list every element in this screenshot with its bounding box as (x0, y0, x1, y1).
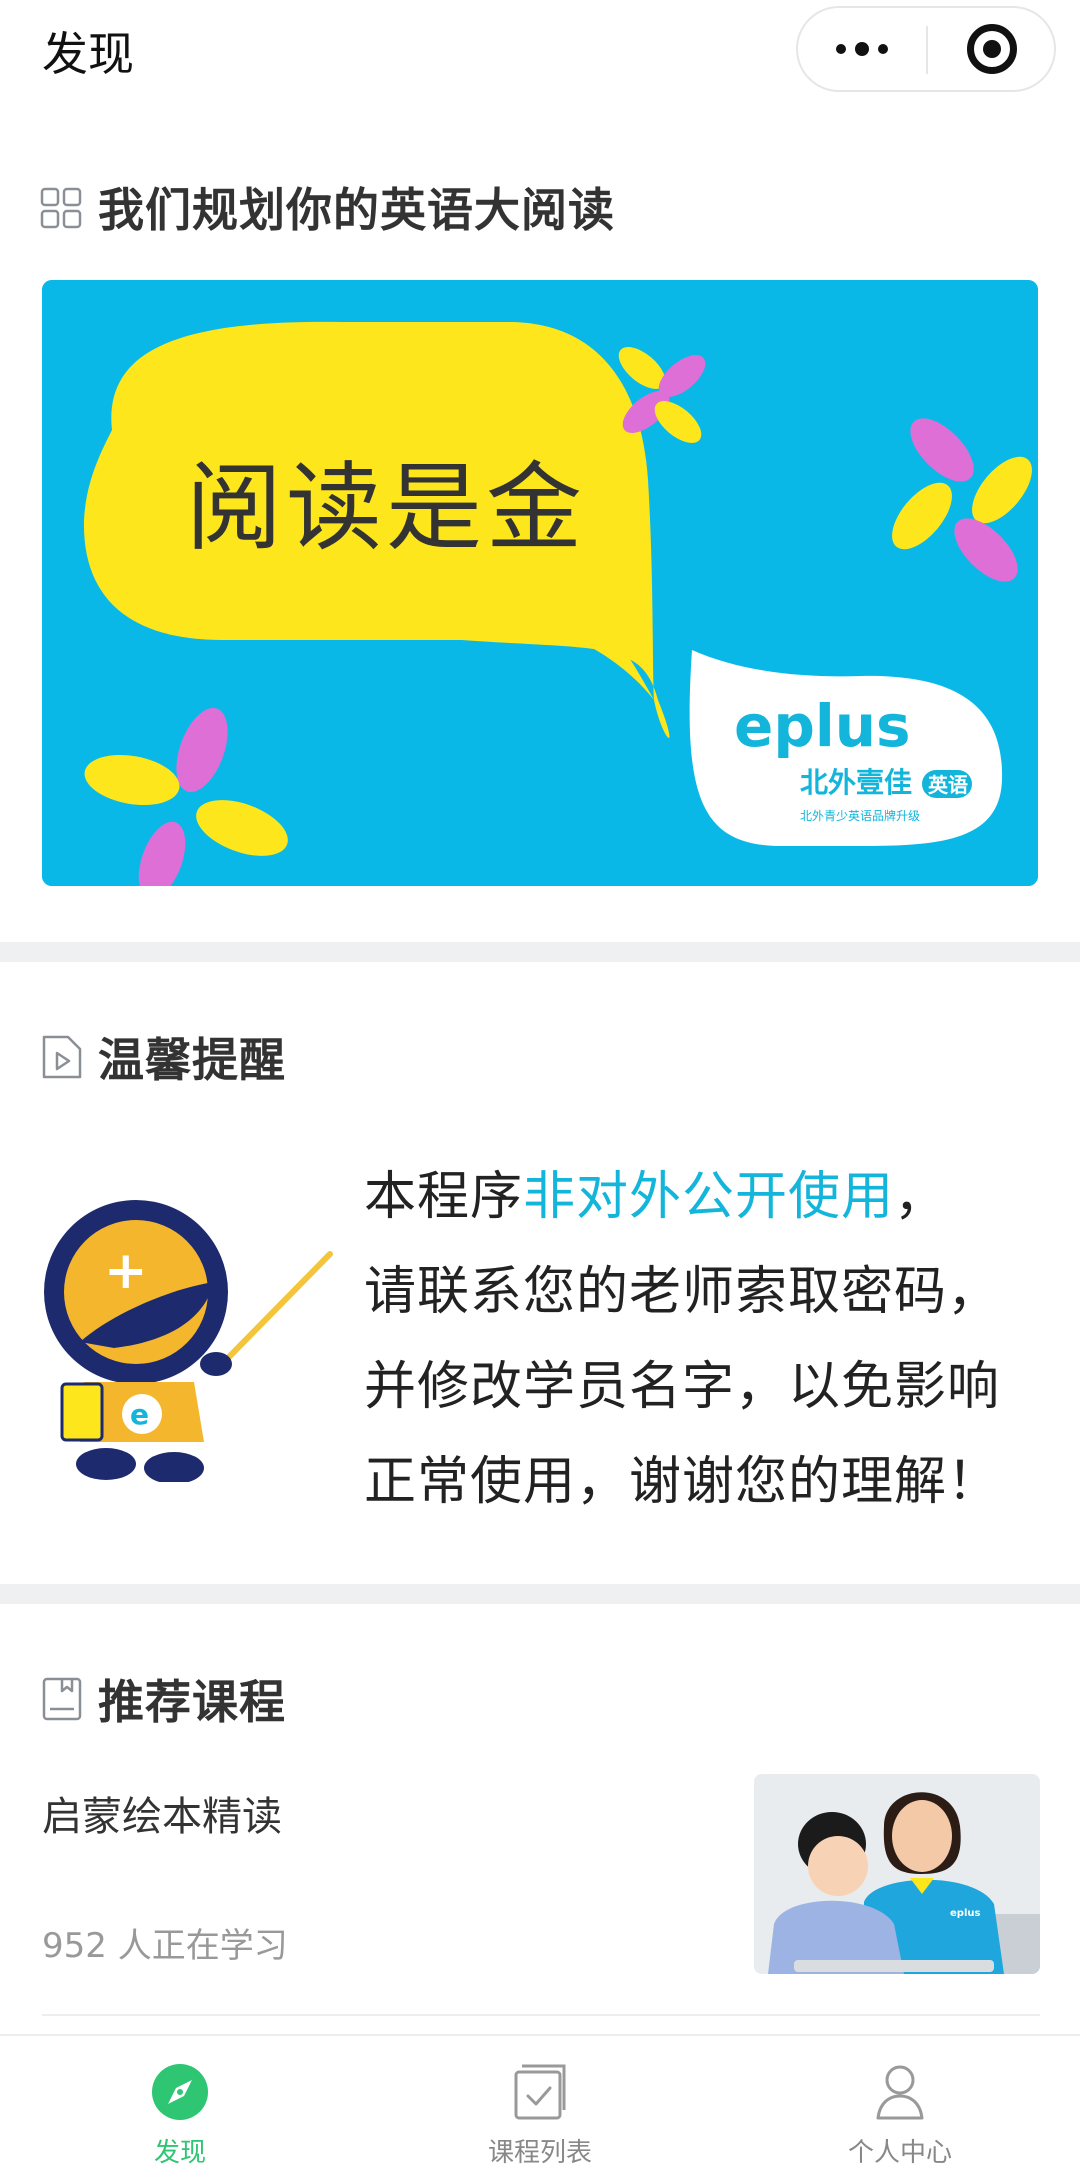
course-thumbnail[interactable]: eplus (754, 1774, 1040, 1974)
reading-section-header: 我们规划你的英语大阅读 (40, 174, 615, 240)
tab-course-list-label: 课程列表 (487, 2138, 592, 2168)
eplus-logo-subtitle: 北外壹佳 (800, 766, 912, 799)
notice-line-4: 正常使用，谢谢您的理解！ (364, 1452, 1001, 1512)
banner-artwork: eplus 北外壹佳 英语 北外青少英语品牌升级 (42, 280, 1038, 886)
tab-discover[interactable]: 发现 (0, 2036, 360, 2184)
notice-section-title: 温馨提醒 (98, 1033, 286, 1087)
notice-line-1-start: 本程序 (364, 1167, 524, 1227)
play-document-icon (42, 1035, 82, 1079)
notice-line-2: 请联系您的老师索取密码， (364, 1262, 1001, 1322)
tab-profile-label: 个人中心 (847, 2138, 952, 2168)
banner-headline: 阅读是金 (186, 452, 586, 564)
compass-icon (152, 2064, 208, 2120)
notice-highlight: 非对外公开使用 (523, 1167, 895, 1227)
tab-discover-label: 发现 (153, 2138, 206, 2168)
reading-section-title: 我们规划你的英语大阅读 (98, 183, 615, 237)
notice-line-1: 本程序非对外公开使用， (364, 1150, 1064, 1245)
target-circle-icon (967, 24, 1017, 74)
notice-line-3: 并修改学员名字，以免影响 (364, 1357, 1001, 1417)
tab-profile[interactable]: 个人中心 (720, 2036, 1080, 2184)
close-button[interactable] (930, 8, 1054, 90)
page-title: 发现 (42, 27, 134, 81)
top-bar: 发现 (0, 0, 1080, 96)
courses-section-title: 推荐课程 (98, 1675, 286, 1729)
more-button[interactable] (798, 8, 926, 90)
bookmark-book-icon (42, 1677, 82, 1721)
person-icon (876, 2065, 924, 2120)
grid-icon (40, 187, 82, 229)
notice-section-header: 温馨提醒 (40, 1024, 286, 1090)
shirt-logo-text: eplus (950, 1908, 980, 1919)
mascot-illustration: + e (44, 1200, 333, 1482)
row-divider (42, 2014, 1040, 2016)
bottom-tab-bar: 发现 课程列表 个人中心 (0, 2034, 1080, 2184)
svg-text:+: + (104, 1241, 148, 1301)
courses-section-header: 推荐课程 (40, 1666, 286, 1732)
checklist-icon (514, 2064, 566, 2120)
reading-banner[interactable]: eplus 北外壹佳 英语 北外青少英语品牌升级 阅读是金 (42, 280, 1038, 886)
notice-text: 本程序非对外公开使用， 请联系您的老师索取密码， 并修改学员名字，以免影响 正常… (364, 1150, 1064, 1530)
mini-program-capsule (796, 6, 1056, 92)
course-photo: eplus (754, 1774, 1040, 1974)
section-separator (0, 942, 1080, 962)
svg-text:e: e (130, 1398, 149, 1431)
eplus-logo-text: eplus (734, 692, 911, 760)
course-title[interactable]: 启蒙绘本精读 (42, 1784, 282, 1842)
tab-course-list[interactable]: 课程列表 (360, 2036, 720, 2184)
notice-line-1-end: ， (894, 1167, 948, 1227)
course-learner-count: 952 人正在学习 (42, 1926, 288, 1966)
eplus-logo-tagline: 北外青少英语品牌升级 (800, 809, 920, 823)
eplus-logo-badge: 英语 (928, 773, 968, 797)
section-separator (0, 1584, 1080, 1604)
more-dots-icon (836, 42, 888, 56)
capsule-divider (926, 26, 928, 74)
